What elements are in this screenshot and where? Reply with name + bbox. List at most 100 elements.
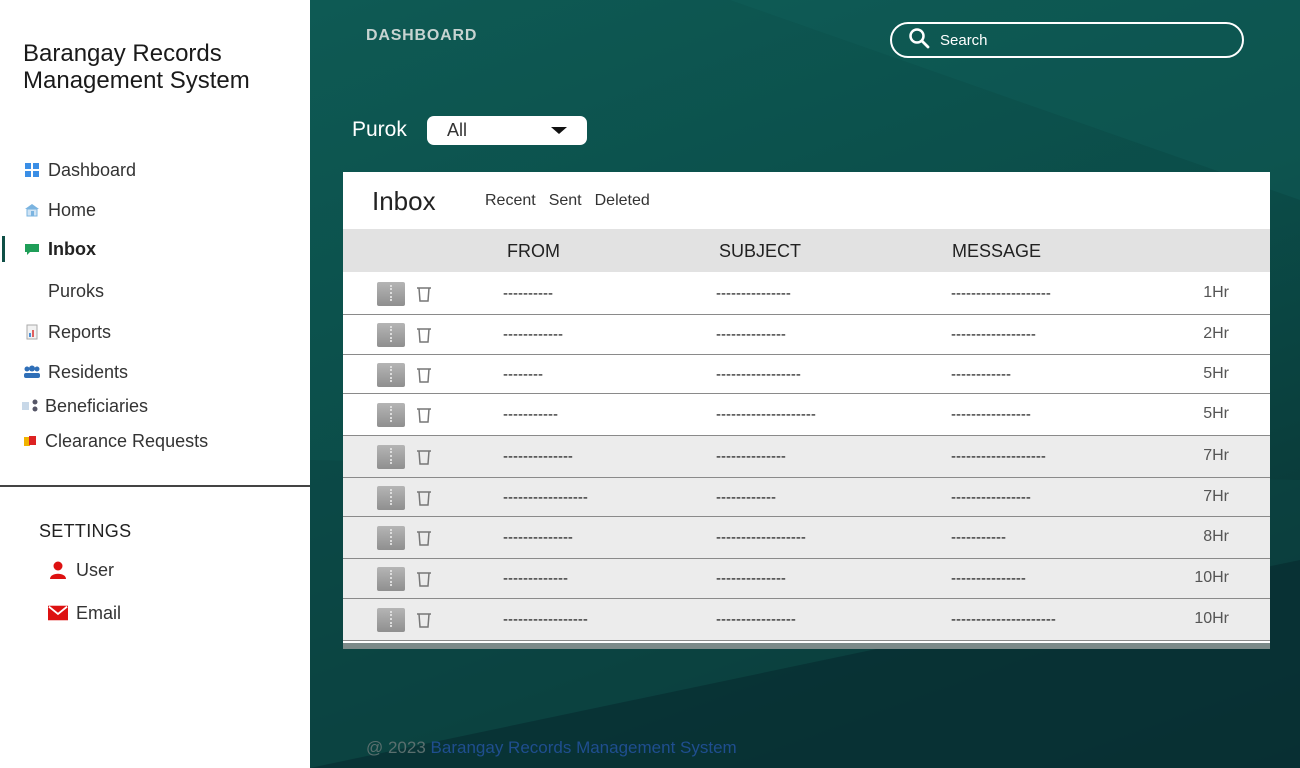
table-row[interactable]: -------- ----------------- ------------ 5Hr [343,355,1270,394]
trash-icon[interactable] [415,570,433,588]
sidebar-item-label: Clearance Requests [45,430,209,451]
row-from: -------------- [503,448,573,465]
tab-deleted[interactable]: Deleted [595,192,650,210]
footer: @ 2023 Barangay Records Management Syste… [366,738,737,758]
purok-select[interactable]: All [427,116,587,145]
sidebar-item-label: Beneficiaries [45,395,149,416]
table-row[interactable]: ----------------------------------------… [343,436,1270,478]
table-row[interactable]: ----------------------------------------… [343,599,1270,641]
sidebar-item-puroks[interactable]: Puroks [0,276,104,306]
trash-icon[interactable] [415,285,433,303]
row-time: 7Hr [1203,488,1229,505]
home-icon [23,201,41,219]
sidebar-item-label: Dashboard [48,159,137,180]
archive-icon[interactable] [377,526,405,550]
row-subject: -------------- [716,570,786,587]
trash-icon[interactable] [415,611,433,629]
row-subject: -------------- [716,326,786,343]
sidebar-item-inbox[interactable]: Inbox [0,234,96,264]
inbox-card: Inbox Recent Sent Deleted FROM SUBJECT M… [343,172,1270,649]
footer-link[interactable]: Barangay Records Management System [431,738,737,757]
archive-icon[interactable] [377,445,405,469]
archive-icon[interactable] [377,363,405,387]
row-subject: ------------------ [716,529,806,546]
table-row[interactable]: ----------------------------------------… [343,478,1270,517]
sidebar-item-label: Reports [48,321,112,342]
purok-select-value: All [447,120,468,140]
card-bottom-bar [343,643,1270,649]
row-subject: ------------ [716,489,776,506]
trash-icon[interactable] [415,366,433,384]
trash-icon[interactable] [415,489,433,507]
sidebar-item-dashboard[interactable]: Dashboard [0,155,136,185]
settings-item-email[interactable]: Email [48,599,121,627]
row-time: 2Hr [1203,325,1229,342]
tab-recent[interactable]: Recent [485,192,536,210]
sidebar-item-beneficiaries[interactable]: Beneficiaries [0,391,148,421]
column-header-from: FROM [507,241,560,261]
row-message: --------------- [951,570,1026,587]
archive-icon[interactable] [377,403,405,427]
report-icon [23,323,41,341]
mail-icon [48,603,68,623]
archive-icon[interactable] [377,323,405,347]
tab-sent[interactable]: Sent [549,192,582,210]
row-subject: -------------- [716,448,786,465]
row-subject: ---------------- [716,611,796,628]
sidebar: Barangay Records Management System Dashb… [0,0,310,768]
footer-copyright: @ 2023 [366,738,426,757]
settings-item-label: User [76,559,115,580]
sidebar-item-reports[interactable]: Reports [0,317,111,347]
sidebar-item-label: Home [48,199,97,220]
search-box[interactable] [890,22,1244,58]
purok-filter-label: Purok [352,118,407,141]
row-from: -------------- [503,529,573,546]
sidebar-item-clearance-requests[interactable]: Clearance Requests [0,426,208,456]
archive-icon[interactable] [377,486,405,510]
column-header-subject: SUBJECT [719,241,802,261]
inbox-header: Inbox Recent Sent Deleted [343,172,1270,229]
row-message: ----------- [951,529,1006,546]
archive-icon[interactable] [377,608,405,632]
row-time: 8Hr [1203,528,1229,545]
sidebar-divider [0,485,310,487]
sidebar-item-label: Inbox [48,238,96,259]
row-from: ------------ [503,326,563,343]
row-subject: -------------------- [716,406,816,423]
table-row[interactable]: ----------------------------------------… [343,315,1270,355]
main-area: DASHBOARD Purok All Inbox Recent Sent De… [310,0,1300,768]
archive-icon[interactable] [377,282,405,306]
search-input[interactable] [940,31,1220,49]
sidebar-item-home[interactable]: Home [0,195,96,225]
archive-icon[interactable] [377,567,405,591]
table-row[interactable]: ----------------------------------------… [343,272,1270,315]
user-icon [48,560,68,580]
row-from: ----------------- [503,611,588,628]
people-icon [23,363,41,381]
inbox-tabs: Recent Sent Deleted [485,192,650,210]
chevron-down-icon [551,127,567,134]
row-message: ----------------- [951,326,1036,343]
row-time: 10Hr [1194,610,1229,627]
trash-icon[interactable] [415,529,433,547]
sidebar-item-label: Residents [48,361,129,382]
row-message: ---------------- [951,406,1031,423]
sidebar-item-residents[interactable]: Residents [0,357,128,387]
table-row[interactable]: ----------------------------------------… [343,394,1270,436]
trash-icon[interactable] [415,326,433,344]
table-row[interactable]: ----------------------------------------… [343,517,1270,559]
row-time: 5Hr [1203,365,1229,382]
app-title: Barangay Records Management System [23,40,303,94]
clearance-icon [21,432,39,450]
settings-item-user[interactable]: User [48,556,114,584]
table-row[interactable]: ----------------------------------------… [343,559,1270,599]
row-from: ----------- [503,406,558,423]
row-from: -------- [503,366,543,383]
chat-icon [23,240,41,258]
app-title-line1: Barangay Records [23,40,222,67]
trash-icon[interactable] [415,406,433,424]
search-icon [908,27,930,54]
app-title-line2: Management System [23,67,250,94]
row-message: -------------------- [951,285,1051,302]
trash-icon[interactable] [415,448,433,466]
